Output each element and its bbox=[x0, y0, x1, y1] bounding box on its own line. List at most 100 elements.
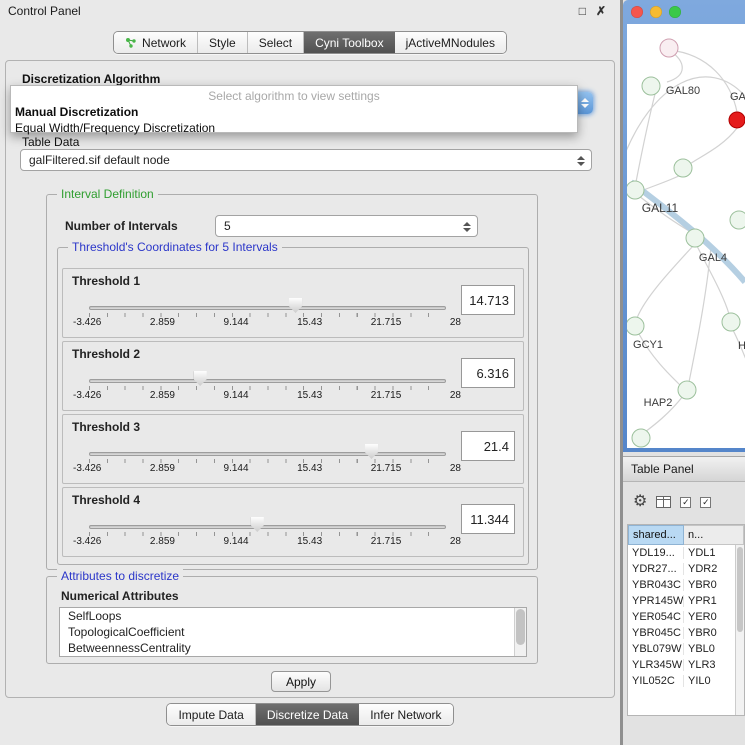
table-data-combo[interactable]: galFiltered.sif default node bbox=[20, 149, 592, 171]
apply-button[interactable]: Apply bbox=[271, 671, 331, 692]
table-row[interactable]: YIL052CYIL0 bbox=[628, 673, 744, 689]
threshold-4-value-field[interactable]: 11.344 bbox=[461, 504, 515, 534]
network-icon bbox=[125, 37, 137, 49]
tab-impute-data[interactable]: Impute Data bbox=[167, 704, 255, 725]
threshold-2-panel: Threshold 2 -3.4262.8599.14415.4321.7152… bbox=[62, 341, 524, 411]
close-icon[interactable]: ✗ bbox=[596, 4, 606, 18]
close-traffic-light[interactable] bbox=[631, 6, 643, 18]
tick-label: 2.859 bbox=[150, 317, 175, 328]
select-all-columns-icon[interactable]: ✓ bbox=[680, 497, 691, 508]
list-item[interactable]: BetweennessCentrality bbox=[60, 640, 526, 656]
network-canvas[interactable]: GAL80 GA GAL11 GAL4 GCY1 H HAP2 bbox=[627, 24, 745, 448]
tab-infer-network[interactable]: Infer Network bbox=[359, 704, 452, 725]
node-label: HAP2 bbox=[644, 397, 673, 409]
minimize-traffic-light[interactable] bbox=[650, 6, 662, 18]
column-header-name[interactable]: n... bbox=[684, 525, 744, 545]
table-row[interactable]: YBR045CYBR0 bbox=[628, 625, 744, 641]
tick-label: -3.426 bbox=[73, 463, 101, 474]
list-item[interactable]: SelfLoops bbox=[60, 608, 526, 624]
table-scrollbar[interactable] bbox=[735, 545, 744, 715]
panel-title: Control Panel bbox=[8, 4, 81, 18]
node-label: H bbox=[738, 340, 745, 352]
network-node bbox=[686, 229, 704, 247]
list-scrollbar[interactable] bbox=[514, 608, 526, 656]
network-nodes[interactable] bbox=[627, 39, 745, 447]
scrollbar-thumb[interactable] bbox=[737, 547, 743, 632]
tab-cyni-toolbox[interactable]: Cyni Toolbox bbox=[304, 32, 394, 53]
slider-track bbox=[89, 525, 446, 529]
table-row[interactable]: YDL19...YDL1 bbox=[628, 545, 744, 561]
interval-definition-title: Interval Definition bbox=[57, 187, 158, 201]
threshold-2-slider[interactable] bbox=[89, 370, 446, 392]
tick-label: 28 bbox=[450, 463, 461, 474]
attributes-group-title: Attributes to discretize bbox=[57, 569, 183, 583]
top-tab-bar: Network Style Select Cyni Toolbox jActiv… bbox=[0, 31, 620, 54]
list-item[interactable]: TopologicalCoefficient bbox=[60, 624, 526, 640]
tick-label: 9.144 bbox=[224, 317, 249, 328]
slider-scale-labels: -3.4262.8599.14415.4321.71528 bbox=[73, 536, 461, 547]
network-node bbox=[722, 313, 740, 331]
tab-select[interactable]: Select bbox=[248, 32, 304, 53]
columns-icon[interactable] bbox=[656, 496, 671, 508]
tick-label: 2.859 bbox=[150, 390, 175, 401]
slider-thumb[interactable] bbox=[251, 517, 264, 532]
tab-infer-label: Infer Network bbox=[370, 708, 441, 722]
node-labels: GAL80 GA GAL11 GAL4 GCY1 H HAP2 bbox=[633, 85, 745, 409]
zoom-traffic-light[interactable] bbox=[669, 6, 681, 18]
column-header-shared-name[interactable]: shared... bbox=[628, 525, 684, 545]
tab-style-label: Style bbox=[209, 36, 236, 50]
table-row[interactable]: YBR043CYBR0 bbox=[628, 577, 744, 593]
threshold-3-label: Threshold 3 bbox=[72, 420, 140, 434]
table-row[interactable]: YBL079WYBL0 bbox=[628, 641, 744, 657]
threshold-1-slider[interactable] bbox=[89, 297, 446, 319]
table-toolbar: ⚙ ✓ ✓ bbox=[623, 489, 745, 515]
thresholds-group-title: Threshold's Coordinates for 5 Intervals bbox=[68, 240, 282, 254]
threshold-2-value-field[interactable]: 6.316 bbox=[461, 358, 515, 388]
float-window-icon[interactable]: □ bbox=[579, 4, 586, 18]
network-node bbox=[674, 159, 692, 177]
tick-label: 15.43 bbox=[297, 317, 322, 328]
tab-discretize-data[interactable]: Discretize Data bbox=[256, 704, 359, 725]
attributes-group: Attributes to discretize Numerical Attri… bbox=[46, 576, 538, 664]
tab-jactivemnodules[interactable]: jActiveMNodules bbox=[395, 32, 506, 53]
network-window: GAL80 GA GAL11 GAL4 GCY1 H HAP2 bbox=[623, 0, 745, 452]
threshold-3-slider[interactable] bbox=[89, 443, 446, 465]
slider-track bbox=[89, 452, 446, 456]
table-row[interactable]: YLR345WYLR3 bbox=[628, 657, 744, 673]
table-row[interactable]: YER054CYER0 bbox=[628, 609, 744, 625]
threshold-4-slider[interactable] bbox=[89, 516, 446, 538]
tab-style[interactable]: Style bbox=[198, 32, 248, 53]
tab-network[interactable]: Network bbox=[114, 32, 198, 53]
option-equal-width-frequency[interactable]: Equal Width/Frequency Discretization bbox=[11, 120, 577, 136]
tick-label: -3.426 bbox=[73, 317, 101, 328]
slider-thumb[interactable] bbox=[194, 371, 207, 386]
combo-stepper-icon bbox=[576, 153, 586, 168]
network-node bbox=[678, 381, 696, 399]
algorithm-combo-stepper[interactable] bbox=[576, 92, 593, 114]
numerical-attributes-label: Numerical Attributes bbox=[61, 589, 179, 603]
network-node bbox=[627, 317, 644, 335]
table-row[interactable]: YDR27...YDR2 bbox=[628, 561, 744, 577]
network-node bbox=[642, 77, 660, 95]
number-of-intervals-combo[interactable]: 5 bbox=[215, 215, 478, 237]
node-label: GAL80 bbox=[666, 85, 700, 97]
tab-discretize-label: Discretize Data bbox=[267, 708, 348, 722]
slider-thumb[interactable] bbox=[365, 444, 378, 459]
table-row[interactable]: YPR145WYPR1 bbox=[628, 593, 744, 609]
threshold-3-value-field[interactable]: 21.4 bbox=[461, 431, 515, 461]
tick-label: -3.426 bbox=[73, 390, 101, 401]
tick-label: 9.144 bbox=[224, 536, 249, 547]
scrollbar-thumb[interactable] bbox=[516, 609, 525, 645]
table-header-row: shared... n... bbox=[628, 525, 744, 545]
slider-thumb[interactable] bbox=[289, 298, 302, 313]
discretization-algorithm-label: Discretization Algorithm bbox=[22, 72, 160, 86]
threshold-2-label: Threshold 2 bbox=[72, 347, 140, 361]
gear-icon[interactable]: ⚙ bbox=[633, 494, 647, 510]
option-manual-discretization[interactable]: Manual Discretization bbox=[11, 104, 577, 120]
threshold-1-value-field[interactable]: 14.713 bbox=[461, 285, 515, 315]
node-label: GAL4 bbox=[699, 252, 727, 264]
tick-label: 9.144 bbox=[224, 390, 249, 401]
node-attribute-table: shared... n... YDL19...YDL1 YDR27...YDR2… bbox=[627, 524, 745, 716]
network-node-selected bbox=[729, 112, 745, 128]
deselect-columns-icon[interactable]: ✓ bbox=[700, 497, 711, 508]
